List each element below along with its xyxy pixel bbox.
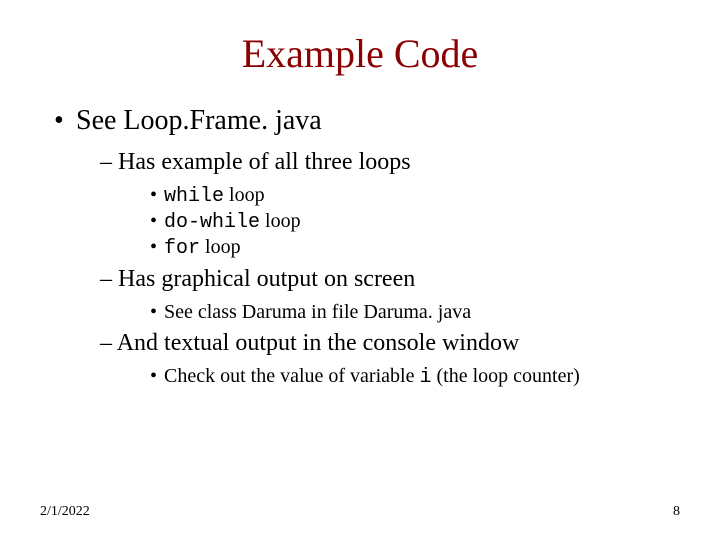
bullet-level3: •See class Daruma in file Daruma. java (150, 301, 680, 324)
footer: 2/1/2022 8 (40, 504, 680, 520)
level3-tail: loop (224, 184, 265, 206)
bullet-level3: •do-while loop (150, 210, 680, 234)
code-keyword: for (164, 237, 200, 260)
footer-date: 2/1/2022 (40, 504, 90, 520)
bullet-level3: •Check out the value of variable i (the … (150, 365, 680, 389)
level2-text: Has graphical output on screen (118, 266, 415, 292)
bullet-level2: – Has example of all three loops (100, 149, 680, 176)
level3-tail: loop (200, 236, 241, 258)
bullet-dot-icon: • (150, 365, 164, 388)
bullet-level3: •while loop (150, 184, 680, 208)
bullet-level2: – Has graphical output on screen (100, 266, 680, 293)
code-keyword: i (419, 366, 431, 389)
level3-pre: Check out the value of variable (164, 365, 419, 387)
code-keyword: while (164, 185, 224, 208)
bullet-dot-icon: • (54, 105, 76, 137)
code-keyword: do-while (164, 211, 260, 234)
level3-tail: loop (260, 210, 301, 232)
dash-icon: – (100, 266, 112, 292)
bullet-level2: – And textual output in the console wind… (100, 330, 680, 357)
level3-text: See class Daruma in file Daruma. java (164, 301, 471, 323)
slide: Example Code •See Loop.Frame. java – Has… (0, 0, 720, 540)
level1-text: See Loop.Frame. java (76, 105, 322, 136)
bullet-dot-icon: • (150, 301, 164, 324)
dash-icon: – (100, 149, 112, 175)
bullet-dot-icon: • (150, 210, 164, 233)
bullet-level1: •See Loop.Frame. java (54, 105, 680, 137)
bullet-dot-icon: • (150, 236, 164, 259)
footer-page-number: 8 (673, 504, 680, 520)
bullet-dot-icon: • (150, 184, 164, 207)
level2-text: And textual output in the console window (117, 330, 520, 356)
level2-text: Has example of all three loops (118, 149, 411, 175)
level3-post: (the loop counter) (431, 365, 579, 387)
dash-icon: – (100, 330, 112, 356)
bullet-level3: •for loop (150, 236, 680, 260)
slide-title: Example Code (40, 30, 680, 77)
